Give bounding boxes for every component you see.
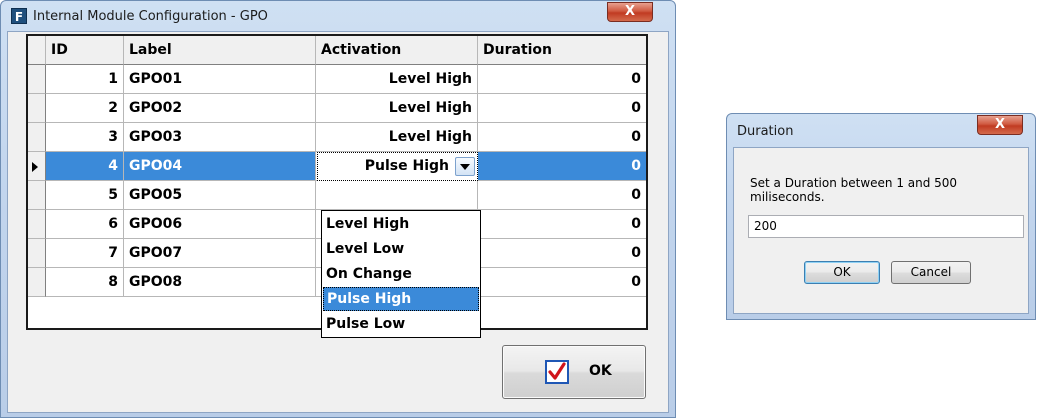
app-logo-icon: F	[11, 8, 27, 24]
dropdown-option-pulse-low[interactable]: Pulse Low	[323, 312, 479, 336]
dropdown-option-on-change[interactable]: On Change	[323, 262, 479, 286]
checkbox-checked-icon	[545, 360, 569, 384]
cell-label[interactable]: GPO04	[124, 152, 316, 181]
ok-button[interactable]: OK	[502, 345, 646, 399]
cell-label[interactable]: GPO05	[124, 181, 316, 210]
column-header-label[interactable]: Label	[124, 36, 316, 65]
activation-combobox[interactable]: Pulse High	[317, 152, 478, 181]
dialog-ok-button[interactable]: OK	[804, 261, 880, 284]
cell-label[interactable]: GPO01	[124, 65, 316, 94]
grid-header-row: ID Label Activation Duration	[28, 36, 646, 65]
column-header-id[interactable]: ID	[46, 36, 124, 65]
cell-label[interactable]: GPO02	[124, 94, 316, 123]
current-row-pointer-icon	[32, 162, 38, 172]
dialog-close-button[interactable]: X	[977, 115, 1023, 135]
cell-duration[interactable]: 0	[478, 94, 646, 123]
row-indicator[interactable]	[28, 239, 46, 268]
table-row[interactable]: 5 GPO05 0	[28, 181, 646, 210]
cell-id[interactable]: 4	[46, 152, 124, 181]
cell-duration[interactable]: 0	[478, 239, 646, 268]
cell-label[interactable]: GPO07	[124, 239, 316, 268]
cell-id[interactable]: 7	[46, 239, 124, 268]
cell-activation[interactable]: Level High	[316, 123, 478, 152]
cell-duration[interactable]: 0	[478, 210, 646, 239]
cell-id[interactable]: 8	[46, 268, 124, 297]
cell-duration[interactable]: 0	[478, 123, 646, 152]
cell-duration[interactable]: 0	[478, 65, 646, 94]
row-indicator[interactable]	[28, 152, 46, 181]
row-indicator[interactable]	[28, 210, 46, 239]
table-row[interactable]: 2 GPO02 Level High 0	[28, 94, 646, 123]
cell-id[interactable]: 2	[46, 94, 124, 123]
cell-id[interactable]: 5	[46, 181, 124, 210]
row-indicator[interactable]	[28, 268, 46, 297]
dialog-message: Set a Duration between 1 and 500 milisec…	[750, 176, 958, 204]
close-button[interactable]: X	[607, 2, 653, 22]
row-indicator[interactable]	[28, 65, 46, 94]
title-bar[interactable]: F Internal Module Configuration - GPO X	[1, 1, 675, 31]
cell-id[interactable]: 6	[46, 210, 124, 239]
cell-label[interactable]: GPO08	[124, 268, 316, 297]
cell-duration[interactable]: 0	[478, 268, 646, 297]
cell-duration[interactable]: 0	[478, 152, 646, 181]
cell-id[interactable]: 1	[46, 65, 124, 94]
dropdown-option-level-high[interactable]: Level High	[323, 212, 479, 236]
cell-activation[interactable]: Level High	[316, 94, 478, 123]
cell-activation[interactable]: Level High	[316, 65, 478, 94]
row-indicator[interactable]	[28, 123, 46, 152]
duration-input[interactable]: 200	[748, 215, 1024, 238]
cell-label[interactable]: GPO06	[124, 210, 316, 239]
row-indicator[interactable]	[28, 181, 46, 210]
dialog-cancel-button[interactable]: Cancel	[891, 261, 971, 284]
window-title: Internal Module Configuration - GPO	[33, 9, 268, 24]
column-header-activation[interactable]: Activation	[316, 36, 478, 65]
cell-duration[interactable]: 0	[478, 181, 646, 210]
dropdown-arrow-icon[interactable]	[455, 157, 475, 176]
cell-label[interactable]: GPO03	[124, 123, 316, 152]
dropdown-option-pulse-high[interactable]: Pulse High	[323, 287, 479, 311]
header-corner	[28, 36, 46, 65]
activation-dropdown-list: Level High Level Low On Change Pulse Hig…	[321, 210, 481, 338]
column-header-duration[interactable]: Duration	[478, 36, 646, 65]
cell-activation[interactable]	[316, 181, 478, 210]
dialog-title[interactable]: Duration	[737, 124, 793, 139]
table-row[interactable]: 1 GPO01 Level High 0	[28, 65, 646, 94]
ok-button-label: OK	[589, 363, 612, 379]
activation-combobox-value: Pulse High	[364, 158, 449, 174]
table-row-selected[interactable]: 4 GPO04 Pulse High 0	[28, 152, 646, 181]
table-row[interactable]: 3 GPO03 Level High 0	[28, 123, 646, 152]
dropdown-option-level-low[interactable]: Level Low	[323, 237, 479, 261]
cell-id[interactable]: 3	[46, 123, 124, 152]
row-indicator[interactable]	[28, 94, 46, 123]
